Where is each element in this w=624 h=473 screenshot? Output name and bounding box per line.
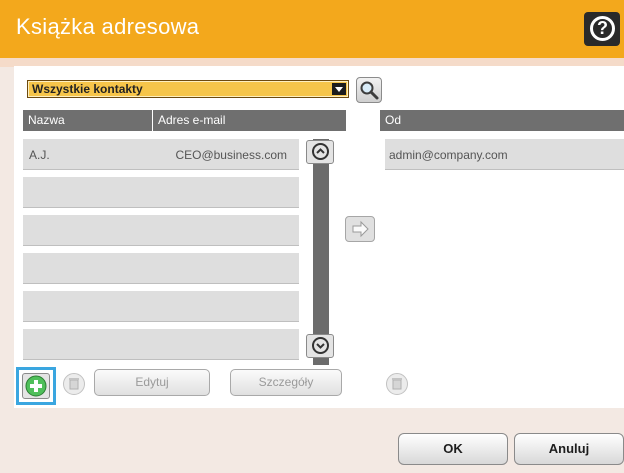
chevron-down-icon bbox=[312, 337, 329, 354]
column-header-from: Od bbox=[380, 110, 624, 131]
add-contact-button[interactable] bbox=[22, 373, 50, 399]
edit-button[interactable]: Edytuj bbox=[94, 369, 210, 396]
contact-row[interactable] bbox=[23, 177, 299, 208]
details-button[interactable]: Szczegóły bbox=[230, 369, 342, 396]
arrow-right-icon bbox=[352, 220, 369, 238]
scrollbar-track[interactable] bbox=[313, 139, 329, 365]
help-icon: ? bbox=[590, 16, 615, 41]
contact-email: CEO@business.com bbox=[175, 148, 287, 162]
search-icon bbox=[360, 81, 379, 100]
help-button[interactable]: ? bbox=[584, 12, 620, 46]
search-button[interactable] bbox=[356, 77, 382, 103]
scroll-down-button[interactable] bbox=[306, 334, 334, 358]
ok-button[interactable]: OK bbox=[398, 433, 508, 465]
column-header-email[interactable]: Adres e-mail bbox=[153, 110, 346, 131]
contacts-filter-value: Wszystkie kontakty bbox=[32, 82, 143, 96]
contact-row[interactable] bbox=[23, 215, 299, 246]
delete-contact-trash-icon[interactable] bbox=[63, 373, 85, 395]
cancel-button[interactable]: Anuluj bbox=[514, 433, 624, 465]
add-icon bbox=[25, 375, 47, 397]
delete-from-trash-icon[interactable] bbox=[386, 373, 408, 395]
contact-row[interactable] bbox=[23, 291, 299, 322]
add-contact-focus-ring bbox=[16, 367, 56, 405]
from-email: admin@company.com bbox=[389, 148, 508, 162]
contacts-filter-dropdown[interactable]: Wszystkie kontakty bbox=[27, 80, 349, 98]
page-title: Książka adresowa bbox=[16, 14, 200, 39]
contact-row[interactable]: A.J. CEO@business.com bbox=[23, 139, 299, 170]
move-to-from-button[interactable] bbox=[345, 216, 375, 242]
scroll-up-button[interactable] bbox=[306, 140, 334, 164]
contact-row[interactable] bbox=[23, 329, 299, 360]
contact-row[interactable] bbox=[23, 253, 299, 284]
from-row[interactable]: admin@company.com bbox=[385, 139, 624, 170]
dropdown-arrow-icon bbox=[332, 83, 346, 95]
title-bar: Książka adresowa ? bbox=[0, 0, 624, 58]
column-header-name[interactable]: Nazwa bbox=[23, 110, 152, 131]
chevron-up-icon bbox=[312, 143, 329, 160]
contact-name: A.J. bbox=[29, 148, 50, 162]
